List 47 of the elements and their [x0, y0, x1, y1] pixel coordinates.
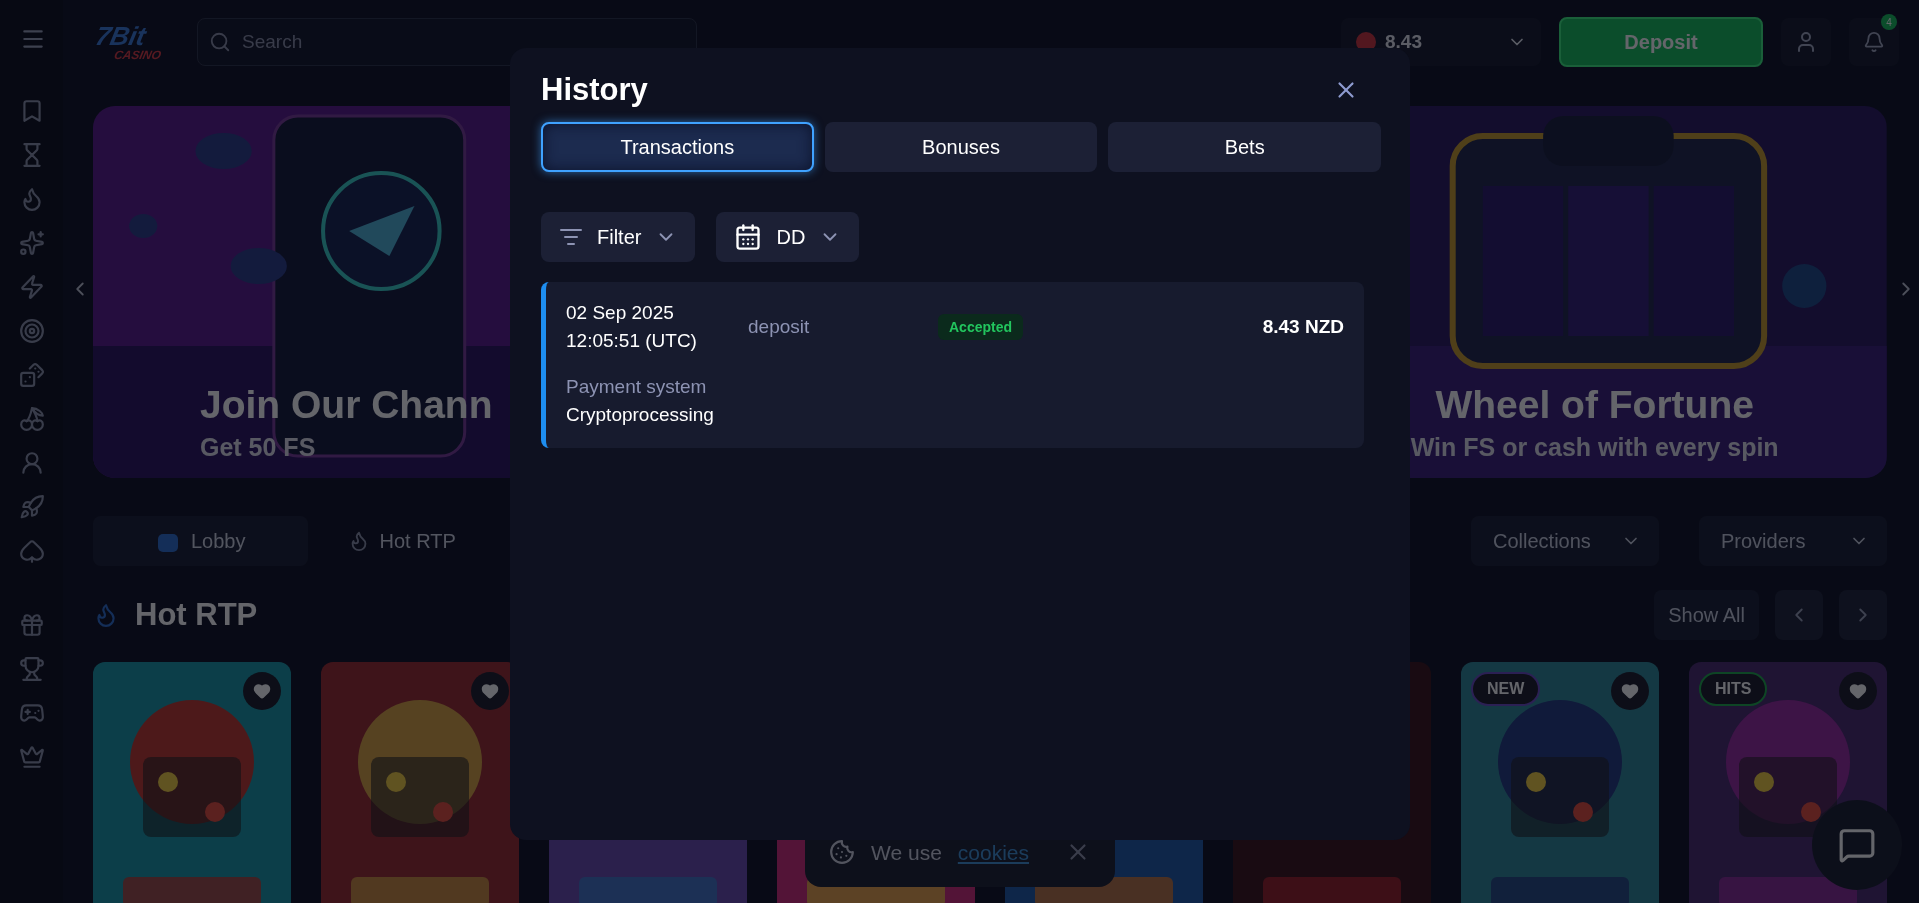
spade-icon[interactable]: [18, 538, 45, 564]
game-badge: NEW: [1471, 672, 1541, 706]
previous-button[interactable]: [1775, 590, 1823, 640]
transaction-date: 02 Sep 2025: [566, 302, 675, 324]
notification-count: 4: [1881, 14, 1897, 30]
cookies-link[interactable]: cookies: [957, 841, 1030, 865]
cookie-icon: [829, 839, 855, 865]
transaction-type: deposit: [748, 316, 811, 338]
section-title: Hot RTP: [135, 597, 258, 633]
status-badge: Accepted: [938, 314, 1024, 340]
dropdown[interactable]: Providers: [1699, 516, 1887, 566]
banner-subtitle: Win FS or cash with every spin: [1410, 433, 1779, 462]
stars-icon[interactable]: [18, 230, 45, 256]
cherry-icon[interactable]: [18, 406, 45, 432]
heart-icon: [481, 682, 499, 700]
lightning-icon[interactable]: [18, 274, 45, 300]
dropdown[interactable]: Collections: [1471, 516, 1659, 566]
filter-dropdown[interactable]: Filter: [541, 212, 696, 262]
search-icon: [209, 31, 231, 53]
heart-icon: [253, 682, 271, 700]
game-badge: HITS: [1699, 672, 1768, 706]
dialog-title: History: [541, 72, 648, 108]
calendar-icon: [734, 223, 763, 251]
next-button[interactable]: [1839, 590, 1887, 640]
rocket-icon[interactable]: [18, 494, 45, 520]
banner-title: Join Our Chann: [200, 383, 493, 427]
crown-icon[interactable]: [18, 744, 45, 770]
history-tab[interactable]: Transactions: [541, 122, 814, 172]
date-dropdown[interactable]: DD: [716, 212, 860, 262]
history-tab[interactable]: Bonuses: [824, 122, 1098, 172]
logo[interactable]: 7Bit CASINO: [90, 23, 184, 61]
gift-icon[interactable]: [18, 612, 45, 638]
trophy-icon[interactable]: [18, 656, 45, 682]
heart-icon: [1849, 682, 1867, 700]
category-tab[interactable]: Lobby: [93, 516, 308, 566]
heart-icon: [1621, 682, 1639, 700]
bell-icon: [1863, 31, 1885, 53]
banner-title: Wheel of Fortune: [1435, 383, 1754, 427]
deposit-button[interactable]: Deposit: [1559, 17, 1763, 67]
history-tab[interactable]: Bets: [1108, 122, 1381, 172]
dice-icon[interactable]: [18, 362, 45, 388]
chat-icon: [1838, 826, 1876, 864]
target-icon[interactable]: [18, 318, 45, 344]
show-all-button[interactable]: Show All: [1654, 590, 1759, 640]
category-tab[interactable]: Hot RTP: [347, 516, 456, 566]
banner-subtitle: Get 50 FS: [200, 433, 316, 462]
cookie-text: We use: [871, 841, 942, 865]
